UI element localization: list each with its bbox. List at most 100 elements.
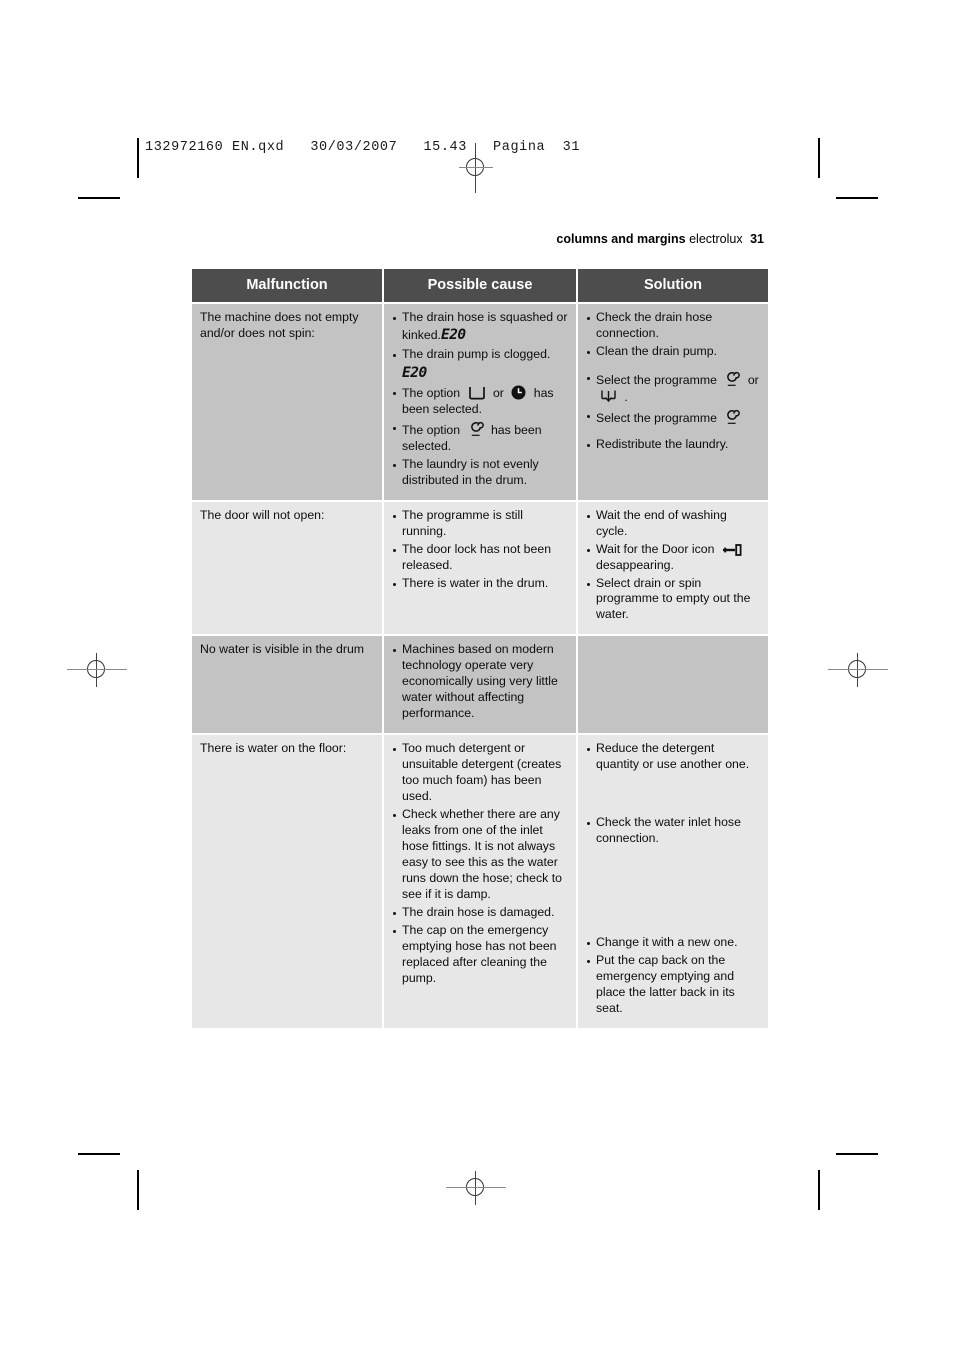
table-row: There is water on the floor: Too much de… [192, 735, 768, 1029]
cause-text: The programme is still running. [402, 507, 523, 538]
running-head-brand: electrolux [689, 232, 743, 246]
cause-text: The laundry is not evenly distributed in… [402, 456, 539, 487]
registration-mark-right-middle [828, 653, 888, 687]
running-head: columns and margins electrolux 31 [556, 232, 764, 246]
registration-vertical-line [475, 1171, 476, 1205]
list-item: Select the programme [586, 408, 760, 427]
list-item: The laundry is not evenly distributed in… [392, 457, 568, 489]
solution-text-pre: Wait for the Door icon [596, 541, 715, 556]
solution-list: Reduce the detergent quantity or use ano… [586, 741, 760, 1017]
cell-solution [578, 636, 768, 734]
solution-text: Reduce the detergent quantity or use ano… [596, 741, 750, 772]
cell-possible-cause: Too much detergent or unsuitable deterge… [384, 735, 576, 1029]
crop-mark-top-left-vertical [137, 138, 139, 178]
cause-text-mid: or [492, 385, 504, 400]
prepress-film-header: 132972160 EN.qxd 30/03/2007 15.43 Pagina… [145, 140, 581, 155]
cell-possible-cause: Machines based on modern technology oper… [384, 636, 576, 734]
delay-start-icon [511, 385, 526, 400]
solution-list: Check the drain hose connection. Clean t… [586, 310, 760, 453]
cause-text: There is water in the drum. [402, 575, 549, 590]
registration-vertical-line [857, 653, 858, 687]
list-item: Put the cap back on the emergency emptyi… [586, 953, 760, 1017]
cell-malfunction: There is water on the floor: [192, 735, 382, 1029]
list-item: Redistribute the laundry. [586, 437, 760, 453]
solution-text: Check the water inlet hose connection. [596, 815, 741, 846]
drain-icon [600, 389, 617, 404]
list-item: The cap on the emergency emptying hose h… [392, 923, 568, 987]
list-item: Reduce the detergent quantity or use ano… [586, 741, 760, 773]
crop-mark-top-right-vertical [818, 138, 820, 178]
list-item: Too much detergent or unsuitable deterge… [392, 741, 568, 805]
rinse-hold-icon [468, 386, 486, 400]
list-item: Check whether there are any leaks from o… [392, 807, 568, 903]
cause-text-pre: The option [402, 422, 461, 437]
column-header-malfunction: Malfunction [192, 269, 382, 302]
registration-horizontal-line [446, 1187, 506, 1188]
solution-text: Put the cap back on the emergency emptyi… [596, 953, 735, 1016]
crop-mark-bottom-left-vertical [137, 1170, 139, 1210]
registration-mark-bottom-center [446, 1171, 506, 1205]
registration-mark-top-center [459, 143, 493, 193]
cell-possible-cause: The programme is still running. The door… [384, 501, 576, 635]
solution-text: Redistribute the laundry. [596, 436, 729, 451]
list-item: The drain hose is squashed or kinked.E20 [392, 310, 568, 345]
table-row: The door will not open: The programme is… [192, 501, 768, 635]
list-item: Check the water inlet hose connection. [586, 815, 760, 847]
list-item: Machines based on modern technology oper… [392, 642, 568, 722]
solution-text: Wait the end of washing cycle. [596, 507, 727, 538]
table-header-row: Malfunction Possible cause Solution [192, 269, 768, 302]
solution-text: Change it with a new one. [596, 935, 738, 950]
list-item: Wait for the Door icon desappearing. [586, 542, 760, 574]
list-item: The door lock has not been released. [392, 542, 568, 574]
solution-text: Select drain or spin programme to empty … [596, 575, 751, 622]
crop-mark-bottom-right-vertical [818, 1170, 820, 1210]
registration-horizontal-line [67, 669, 127, 670]
cause-text: The drain pump is clogged. [402, 346, 551, 361]
door-key-icon [722, 543, 742, 556]
solution-text: Check the drain hose connection. [596, 310, 713, 340]
solution-text-pre: Select the programme [596, 410, 717, 425]
table-row: The machine does not empty and/or does n… [192, 304, 768, 500]
list-item: The option or has been selected. [392, 385, 568, 418]
malfunction-text: The machine does not empty and/or does n… [200, 310, 359, 340]
crop-mark-top-left-horizontal [78, 197, 120, 199]
cell-malfunction: No water is visible in the drum [192, 636, 382, 734]
troubleshooting-table-container: Malfunction Possible cause Solution The … [190, 267, 768, 1030]
error-code-e20: E20 [440, 326, 466, 343]
cause-text: The cap on the emergency emptying hose h… [402, 923, 557, 986]
cause-text: Too much detergent or unsuitable deterge… [402, 741, 562, 804]
column-header-solution: Solution [578, 269, 768, 302]
list-item: The drain hose is damaged. [392, 905, 568, 921]
list-item: Clean the drain pump. [586, 344, 760, 360]
list-item: Select the programme or . [586, 370, 760, 406]
crop-mark-bottom-left-horizontal [78, 1153, 120, 1155]
error-code-e20: E20 [402, 364, 427, 381]
crop-mark-top-right-horizontal [836, 197, 878, 199]
cause-list: Too much detergent or unsuitable deterge… [392, 741, 568, 987]
malfunction-text: The door will not open: [200, 507, 325, 522]
cause-text: The drain hose is squashed or kinked. [402, 310, 568, 342]
solution-list: Wait the end of washing cycle. Wait for … [586, 508, 760, 624]
troubleshooting-table: Malfunction Possible cause Solution The … [190, 267, 770, 1030]
cause-list: The programme is still running. The door… [392, 508, 568, 592]
cause-text: The drain hose is damaged. [402, 905, 555, 920]
list-item: Check the drain hose connection. [586, 310, 760, 342]
cause-text-pre: The option [402, 385, 461, 400]
list-item: The drain pump is clogged. E20 [392, 347, 568, 383]
spin-icon [724, 370, 741, 387]
cause-text: Machines based on modern technology oper… [402, 642, 558, 721]
column-header-possible-cause: Possible cause [384, 269, 576, 302]
solution-text-post: desappearing. [596, 557, 674, 572]
cell-solution: Wait the end of washing cycle. Wait for … [578, 501, 768, 635]
page-number: 31 [750, 232, 764, 246]
solution-text: Clean the drain pump. [596, 343, 717, 358]
list-item: The option has been selected. [392, 420, 568, 455]
cause-list: The drain hose is squashed or kinked.E20… [392, 310, 568, 489]
list-item: Wait the end of washing cycle. [586, 508, 760, 540]
registration-mark-left-middle [67, 653, 127, 687]
crop-mark-bottom-right-horizontal [836, 1153, 878, 1155]
registration-horizontal-line [828, 669, 888, 670]
cause-text: Check whether there are any leaks from o… [402, 807, 562, 902]
malfunction-text: No water is visible in the drum [200, 642, 365, 657]
list-item: Change it with a new one. [586, 935, 760, 951]
